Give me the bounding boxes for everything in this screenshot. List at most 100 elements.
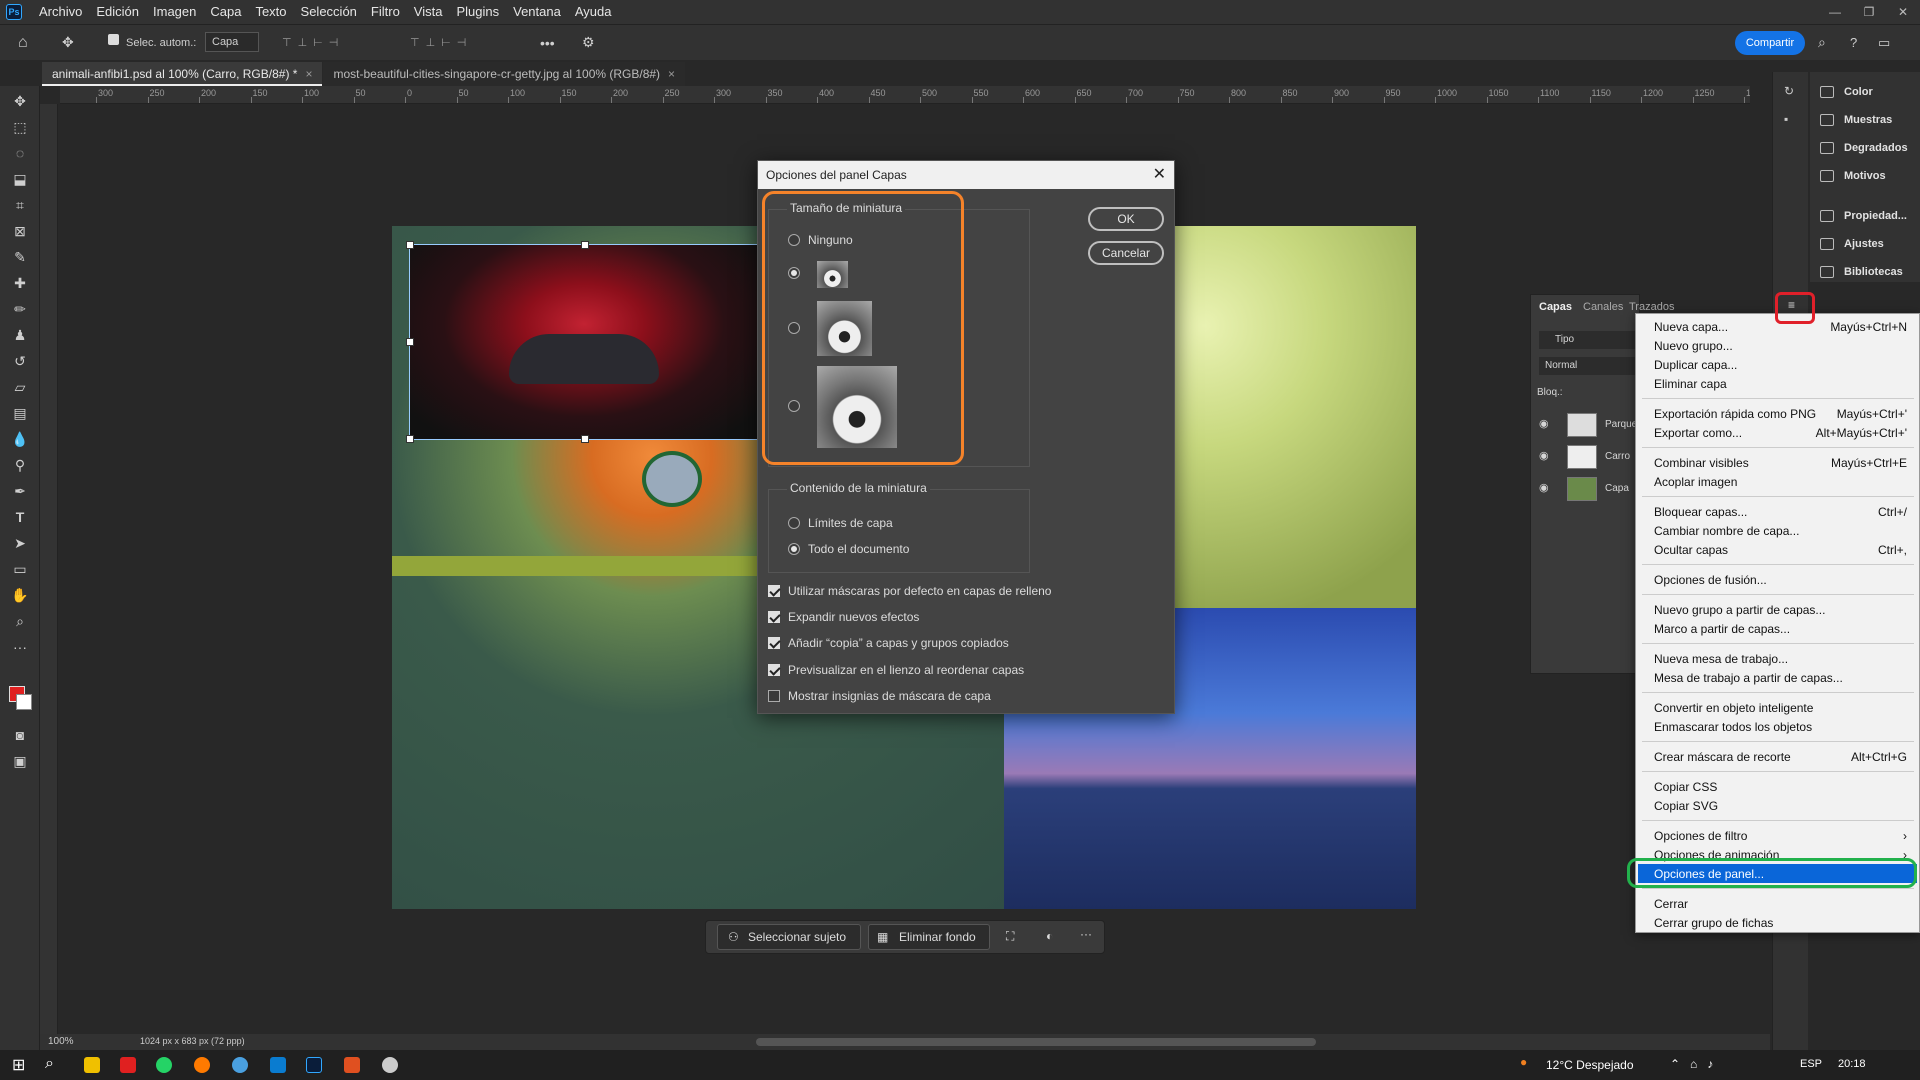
context-menu-item[interactable]: Cerrar — [1654, 897, 1688, 911]
eye-icon[interactable]: ◉ — [1539, 481, 1549, 494]
path-select-icon[interactable]: ➤ — [9, 532, 31, 554]
language-indicator[interactable]: ESP — [1800, 1058, 1822, 1070]
search-icon[interactable]: ⌕ — [45, 1055, 54, 1073]
transform-icon[interactable]: ⛶ — [1006, 929, 1014, 944]
context-menu-item[interactable]: Opciones de fusión... — [1654, 573, 1767, 587]
restore-button[interactable]: ❐ — [1852, 0, 1886, 24]
libraries-panel-item[interactable]: Bibliotecas — [1820, 266, 1903, 279]
tab-singapore[interactable]: most-beautiful-cities-singapore-cr-getty… — [323, 62, 686, 86]
type-tool-icon[interactable]: T — [9, 506, 31, 528]
context-menu-item[interactable]: Combinar visibles — [1654, 456, 1749, 470]
brave-icon[interactable] — [344, 1057, 360, 1073]
patterns-panel-item[interactable]: Motivos — [1820, 170, 1886, 183]
cancel-button[interactable]: Cancelar — [1088, 241, 1164, 265]
transform-handle[interactable] — [581, 241, 589, 249]
align-icons[interactable]: ⊤⊥⊢⊣ — [282, 36, 344, 49]
fill-masks-checkbox[interactable] — [768, 585, 780, 597]
context-menu-item[interactable]: Eliminar capa — [1654, 377, 1727, 391]
layer-filter[interactable]: Tipo — [1539, 331, 1639, 349]
more-options-icon[interactable]: ••• — [540, 35, 555, 51]
share-button[interactable]: Compartir — [1735, 31, 1805, 55]
context-menu-item[interactable]: Acoplar imagen — [1654, 475, 1737, 489]
more-tools-icon[interactable]: ··· — [9, 636, 31, 658]
remove-background-button[interactable]: ▦ Eliminar fondo — [868, 924, 990, 950]
auto-select-checkbox[interactable] — [108, 34, 119, 45]
context-menu-item[interactable]: Nuevo grupo a partir de capas... — [1654, 603, 1825, 617]
menu-ventana[interactable]: Ventana — [506, 0, 568, 24]
adjustments-panel-item[interactable]: Ajustes — [1820, 238, 1884, 251]
transform-handle[interactable] — [406, 435, 414, 443]
weather-text[interactable]: 12°C Despejado — [1546, 1058, 1634, 1072]
youtube-icon[interactable] — [120, 1057, 136, 1073]
gear-icon[interactable]: ⚙ — [582, 34, 595, 51]
minimize-button[interactable]: — — [1818, 0, 1852, 24]
close-tab-icon[interactable]: × — [305, 67, 312, 81]
context-menu-item[interactable]: Convertir en objeto inteligente — [1654, 701, 1813, 715]
frame-tool-icon[interactable]: ⊠ — [9, 220, 31, 242]
close-button[interactable]: ✕ — [1886, 0, 1920, 24]
layer-row[interactable]: ◉ Carro — [1531, 442, 1641, 472]
menu-filtro[interactable]: Filtro — [364, 0, 407, 24]
layer-row[interactable]: ◉ Parque — [1531, 410, 1641, 440]
history-icon[interactable]: ↻ — [1784, 84, 1794, 98]
app-icon[interactable] — [382, 1057, 398, 1073]
firefox-icon[interactable] — [194, 1057, 210, 1073]
history-brush-icon[interactable]: ↺ — [9, 350, 31, 372]
panel-menu-icon[interactable]: ≡ — [1788, 298, 1795, 312]
context-menu-item[interactable]: Copiar CSS — [1654, 780, 1717, 794]
context-menu-item[interactable]: Duplicar capa... — [1654, 358, 1737, 372]
context-menu-item[interactable]: Exportación rápida como PNG — [1654, 407, 1816, 421]
context-menu-item[interactable]: Opciones de filtro — [1654, 829, 1747, 843]
horizontal-scrollbar[interactable] — [756, 1038, 1316, 1046]
shape-tool-icon[interactable]: ▭ — [9, 558, 31, 580]
mask-badges-checkbox[interactable] — [768, 690, 780, 702]
healing-tool-icon[interactable]: ✚ — [9, 272, 31, 294]
zoom-tool-icon[interactable]: ⌕ — [9, 610, 31, 632]
photoshop-taskbar-icon[interactable] — [306, 1057, 322, 1073]
context-menu-item[interactable]: Bloquear capas... — [1654, 505, 1747, 519]
swatches-panel-item[interactable]: Muestras — [1820, 114, 1892, 127]
clock[interactable]: 20:18 — [1838, 1058, 1866, 1070]
menu-imagen[interactable]: Imagen — [146, 0, 203, 24]
blur-tool-icon[interactable]: 💧 — [9, 428, 31, 450]
transform-handle[interactable] — [581, 435, 589, 443]
properties-panel-item[interactable]: Propiedad... — [1820, 210, 1907, 223]
auto-select-target-dropdown[interactable]: Capa — [205, 32, 259, 52]
menu-vista[interactable]: Vista — [407, 0, 450, 24]
menu-capa[interactable]: Capa — [203, 0, 248, 24]
eraser-tool-icon[interactable]: ▱ — [9, 376, 31, 398]
object-select-tool-icon[interactable]: ⬓ — [9, 168, 31, 190]
add-copy-checkbox[interactable] — [768, 637, 780, 649]
eyedropper-tool-icon[interactable]: ✎ — [9, 246, 31, 268]
menu-seleccion[interactable]: Selección — [294, 0, 364, 24]
context-menu-item[interactable]: Cambiar nombre de capa... — [1654, 524, 1799, 538]
comment-icon[interactable]: ▪ — [1784, 112, 1788, 126]
ok-button[interactable]: OK — [1088, 207, 1164, 231]
context-menu-item[interactable]: Nueva capa... — [1654, 320, 1728, 334]
menu-texto[interactable]: Texto — [248, 0, 293, 24]
context-menu-item[interactable]: Cerrar grupo de fichas — [1654, 916, 1773, 930]
background-color-swatch[interactable] — [16, 694, 32, 710]
move-tool-icon[interactable]: ✥ — [62, 34, 74, 51]
pen-tool-icon[interactable]: ✒ — [9, 480, 31, 502]
stamp-tool-icon[interactable]: ♟ — [9, 324, 31, 346]
context-menu-item[interactable]: Nueva mesa de trabajo... — [1654, 652, 1788, 666]
brush-tool-icon[interactable]: ✏ — [9, 298, 31, 320]
gradients-panel-item[interactable]: Degradados — [1820, 142, 1908, 155]
close-tab-icon[interactable]: × — [668, 67, 675, 81]
tab-paths[interactable]: Trazados — [1629, 301, 1674, 313]
blend-mode-dropdown[interactable]: Normal — [1539, 357, 1639, 375]
menu-ayuda[interactable]: Ayuda — [568, 0, 619, 24]
layer-bounds-radio[interactable] — [788, 517, 800, 529]
eye-icon[interactable]: ◉ — [1539, 417, 1549, 430]
expand-effects-checkbox[interactable] — [768, 611, 780, 623]
tray-icons[interactable]: ⌃⌂♪ — [1670, 1057, 1723, 1071]
whatsapp-icon[interactable] — [156, 1057, 172, 1073]
home-icon[interactable]: ⌂ — [18, 34, 28, 52]
marquee-tool-icon[interactable]: ⬚ — [9, 116, 31, 138]
context-menu-item[interactable]: Enmascarar todos los objetos — [1654, 720, 1812, 734]
layer-row[interactable]: ◉ Capa — [1531, 474, 1641, 504]
gradient-tool-icon[interactable]: ▤ — [9, 402, 31, 424]
search-icon[interactable]: ⌕ — [1818, 34, 1826, 51]
transform-handle[interactable] — [406, 241, 414, 249]
